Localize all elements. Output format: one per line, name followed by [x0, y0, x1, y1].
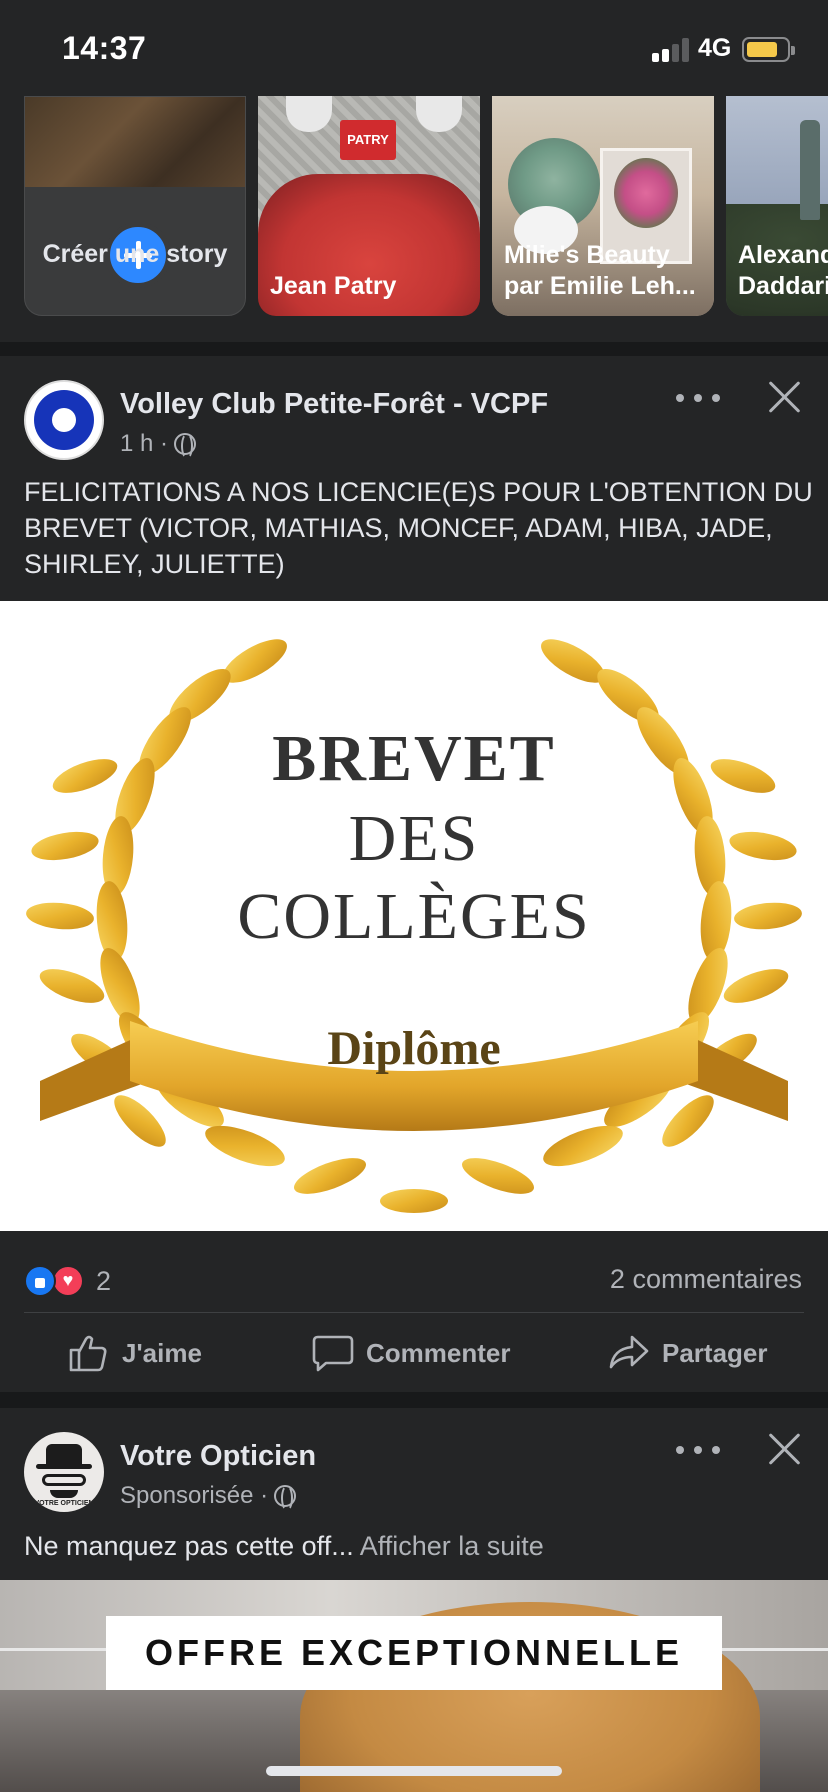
create-story-card[interactable]: Créer une story	[24, 96, 246, 316]
post-text-body: Ne manquez pas cette off...	[24, 1531, 354, 1561]
post-author[interactable]: Votre Opticien	[120, 1440, 316, 1473]
stories-tray: Créer une story PATRY Jean Patry Milie's…	[0, 96, 828, 342]
image-title-line: BREVET	[272, 722, 556, 795]
post-author[interactable]: Volley Club Petite-Forêt - VCPF	[120, 388, 548, 421]
more-options-icon[interactable]	[676, 1440, 720, 1460]
globe-icon	[274, 1485, 297, 1511]
post-actions: J'aime Commenter Partager	[0, 1314, 828, 1392]
share-button[interactable]: Partager	[608, 1314, 768, 1392]
like-button[interactable]: J'aime	[68, 1314, 202, 1392]
story-card-jean-patry[interactable]: PATRY Jean Patry	[258, 96, 480, 316]
feed-separator	[0, 342, 828, 356]
story-label: Milie's Beauty par Emilie Leh...	[504, 241, 696, 300]
sponsored-post: VOTRE OPTICIEN Votre Opticien Sponsorisé…	[0, 1408, 828, 1792]
avatar-caption: VOTRE OPTICIEN	[34, 1500, 94, 1507]
image-title-line: COLLÈGES	[237, 880, 591, 953]
more-options-icon[interactable]	[676, 388, 720, 408]
post-text: Ne manquez pas cette off... Afficher la …	[24, 1528, 814, 1564]
home-indicator[interactable]	[266, 1766, 562, 1776]
ribbon-text: Diplôme	[327, 1022, 501, 1075]
statue-of-liberty	[800, 120, 820, 220]
battery-icon	[742, 37, 795, 62]
post-time: 1 h ·	[120, 430, 169, 457]
image-title-line: DES	[348, 802, 480, 875]
flowers	[614, 158, 678, 228]
ad-image[interactable]: OFFRE EXCEPTIONNELLE	[0, 1580, 828, 1792]
comment-count[interactable]: 2 commentaires	[610, 1264, 802, 1295]
create-story-label: Créer une story	[42, 240, 228, 268]
feed-separator	[0, 1392, 828, 1408]
comment-button[interactable]: Commenter	[312, 1314, 510, 1392]
story-label: Jean Patry	[270, 272, 397, 300]
see-more-link[interactable]: Afficher la suite	[360, 1531, 544, 1561]
comment-icon	[312, 1335, 354, 1372]
status-bar: 14:37 4G	[0, 0, 828, 96]
cellular-signal-icon	[652, 38, 690, 62]
create-story-thumbnail	[25, 97, 245, 187]
feed-post: Volley Club Petite-Forêt - VCPF 1 h · FE…	[0, 356, 828, 1392]
post-text: FELICITATIONS A NOS LICENCIE(E)S POUR L'…	[24, 477, 813, 579]
reaction-count: 2	[96, 1265, 112, 1296]
status-time: 14:37	[62, 30, 147, 66]
reactions-summary[interactable]: 2	[24, 1262, 111, 1300]
avatar[interactable]	[24, 380, 104, 460]
like-reaction-icon	[24, 1265, 56, 1297]
love-reaction-icon	[52, 1265, 84, 1297]
glasses-icon	[42, 1474, 86, 1486]
share-label: Partager	[662, 1337, 768, 1368]
thumbs-up-icon	[69, 1335, 107, 1372]
globe-icon	[174, 433, 197, 459]
ad-banner: OFFRE EXCEPTIONNELLE	[106, 1616, 722, 1690]
sponsored-label: Sponsorisée ·	[120, 1482, 269, 1509]
story-label: Alexandre Daddari	[738, 241, 828, 300]
divider	[24, 1312, 804, 1313]
club-logo	[34, 390, 94, 450]
close-icon[interactable]	[766, 378, 802, 414]
post-meta: 1 h ·	[120, 430, 197, 459]
comment-label: Commenter	[366, 1337, 511, 1368]
avatar[interactable]: VOTRE OPTICIEN	[24, 1432, 104, 1512]
network-type: 4G	[698, 34, 732, 62]
post-meta: Sponsorisée ·	[120, 1482, 297, 1511]
story-card-alexandre[interactable]: Alexandre Daddari	[726, 96, 828, 316]
share-icon	[609, 1335, 649, 1369]
close-icon[interactable]	[766, 1430, 802, 1466]
like-label: J'aime	[122, 1337, 202, 1368]
post-image[interactable]: BREVET DES COLLÈGES Diplôme	[0, 601, 828, 1231]
story-tag: PATRY	[340, 120, 396, 160]
story-card-milies-beauty[interactable]: Milie's Beauty par Emilie Leh...	[492, 96, 714, 316]
